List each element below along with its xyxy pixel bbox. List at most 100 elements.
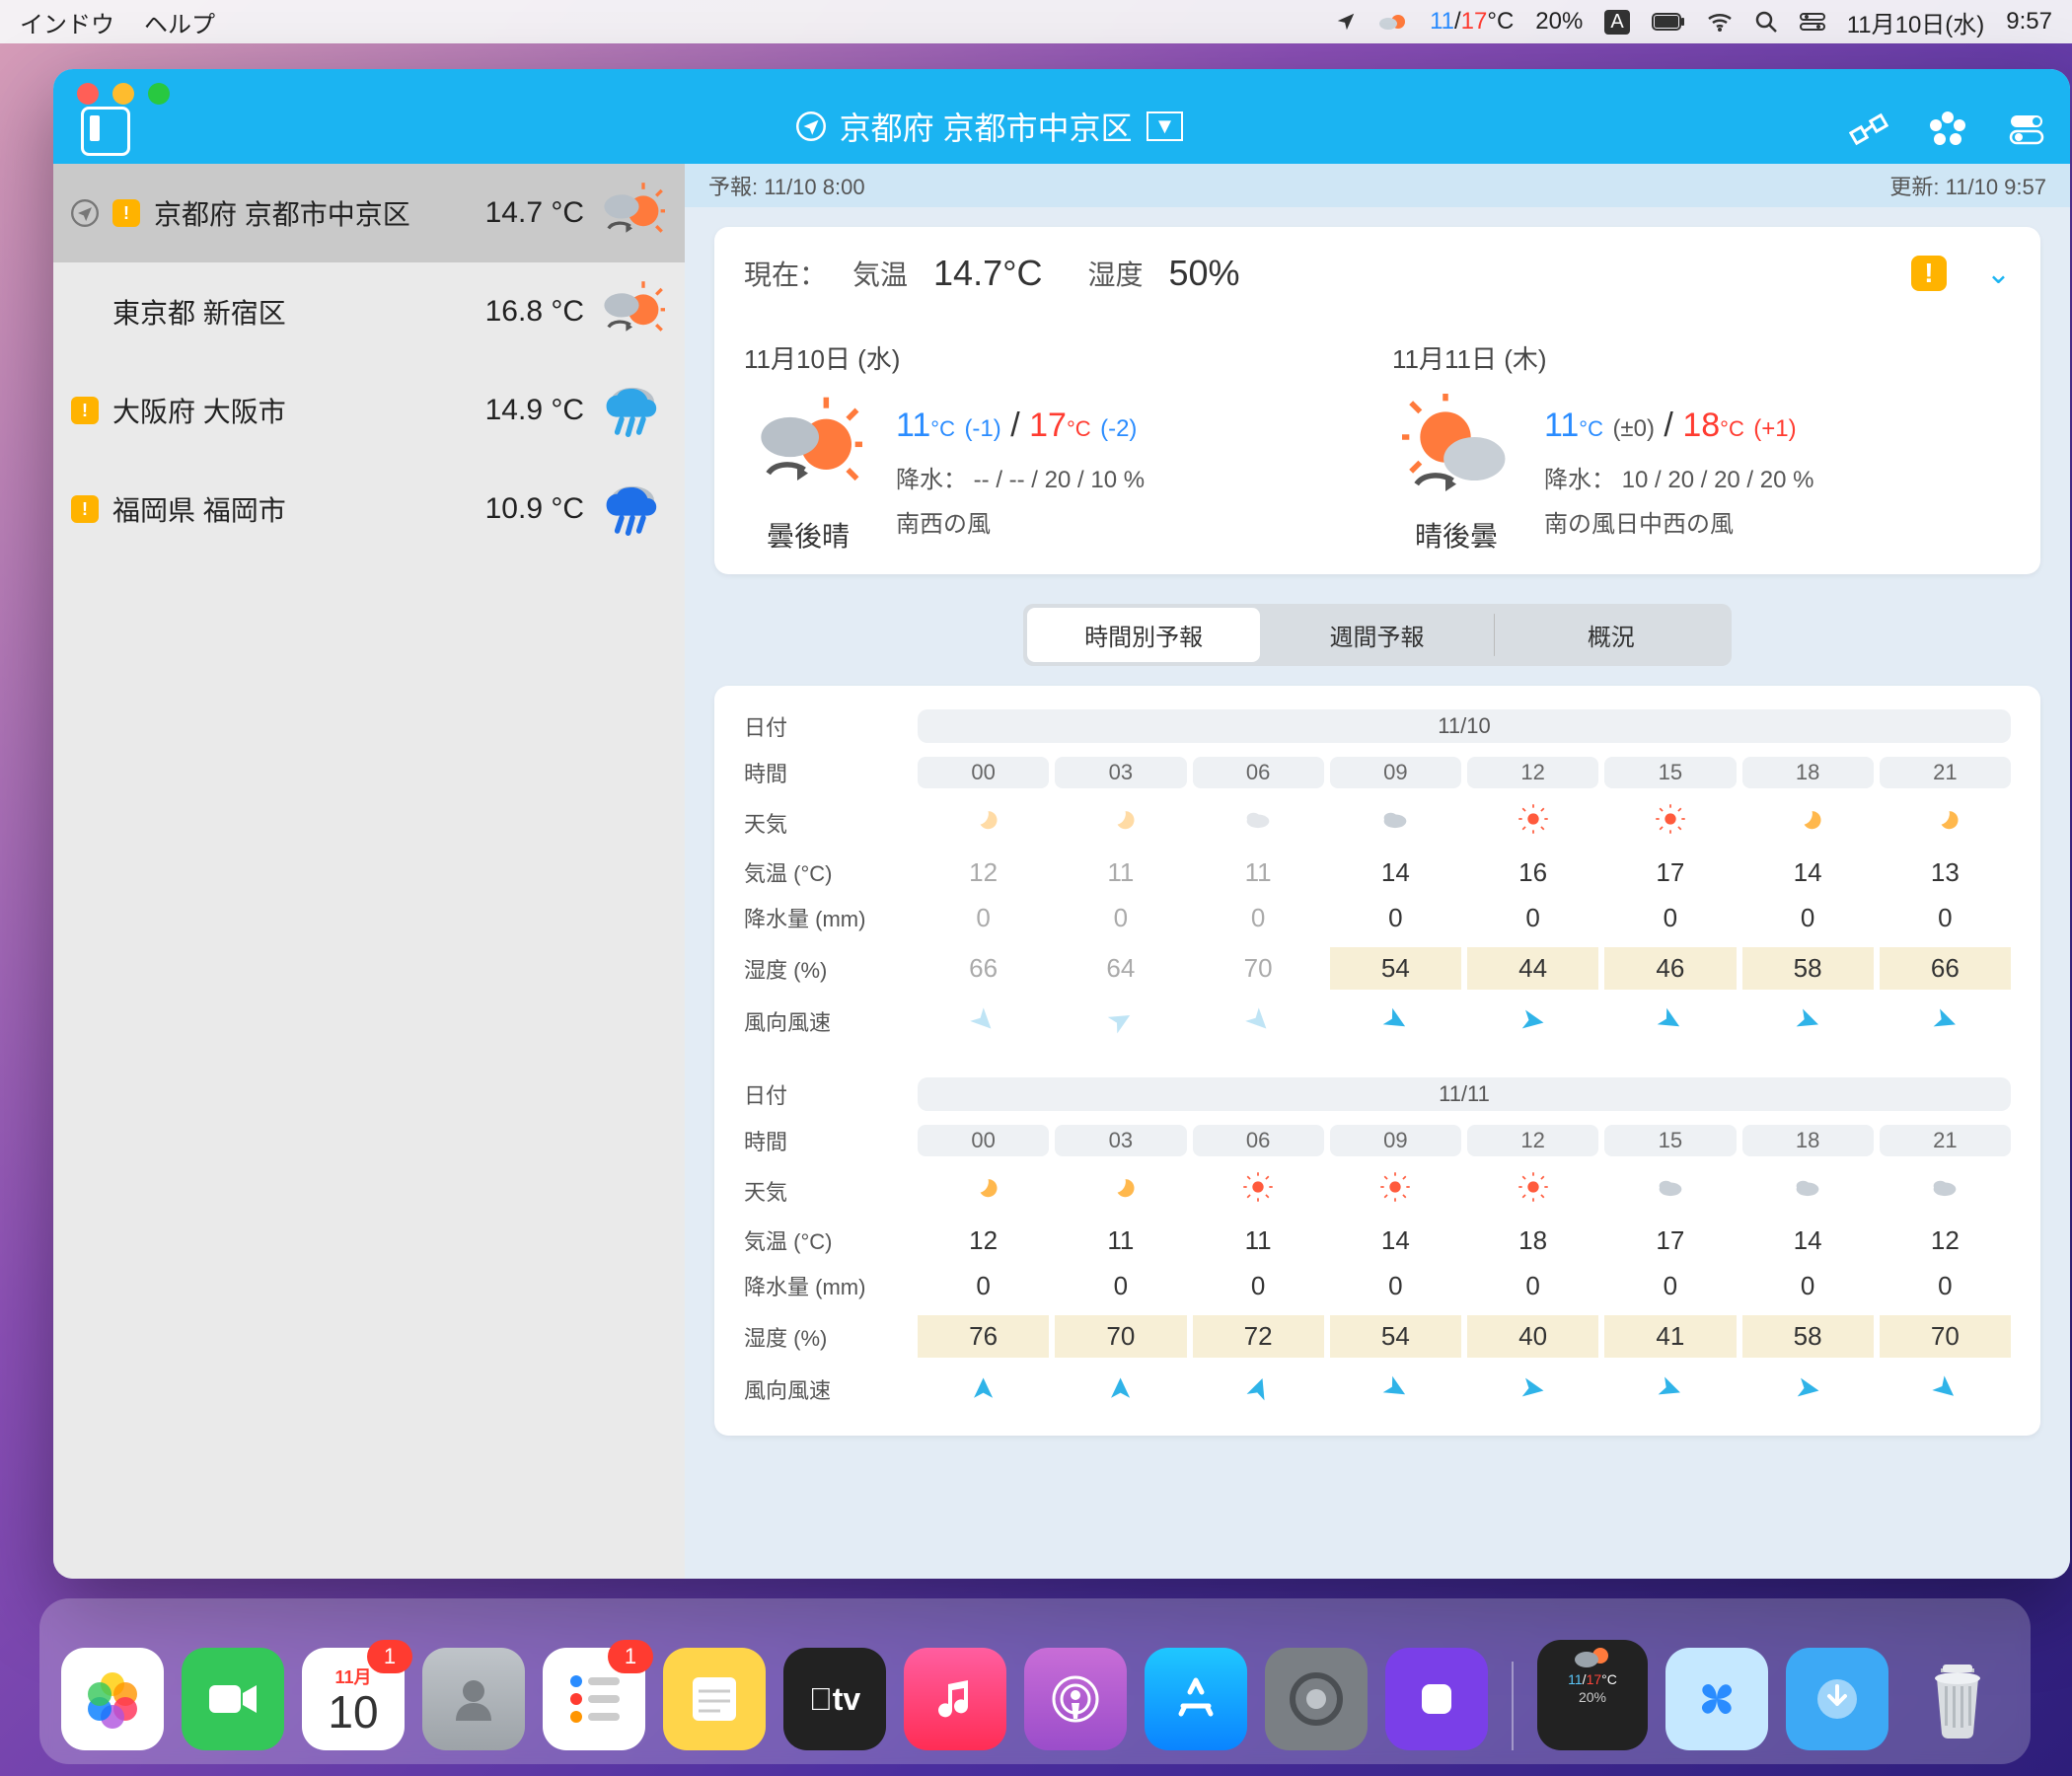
dock-trash[interactable] <box>1906 1648 2009 1750</box>
location-icon[interactable] <box>1335 11 1357 33</box>
forecast-time: 予報: 11/10 8:00 <box>708 170 865 201</box>
hour-precip: 0 <box>1330 1271 1461 1301</box>
hour-chip: 03 <box>1055 757 1186 788</box>
hour-temp: 18 <box>1467 1225 1598 1256</box>
hour-weather-icon <box>1330 1170 1461 1211</box>
hour-chip: 15 <box>1604 1125 1736 1156</box>
hour-humidity: 54 <box>1330 1315 1461 1358</box>
info-bar: 予報: 11/10 8:00 更新: 11/10 9:57 <box>685 164 2070 207</box>
hour-precip: 0 <box>1880 1271 2011 1301</box>
wifi-icon[interactable] <box>1707 12 1733 32</box>
hourly-date: 11/11 <box>918 1077 2011 1111</box>
tab-hourly[interactable]: 時間別予報 <box>1027 608 1260 662</box>
menu-help[interactable]: ヘルプ <box>144 5 215 39</box>
hour-wind-icon: ➤ <box>1742 1003 1874 1038</box>
current-label-temp: 気温 <box>852 254 908 293</box>
dock-calendar[interactable]: 11月101 <box>302 1648 405 1750</box>
hour-temp: 13 <box>1880 857 2011 888</box>
menu-window[interactable]: インドウ <box>20 5 114 39</box>
dock-weather-widget[interactable]: 11/17°C 20% <box>1537 1640 1648 1750</box>
sidebar-item-2[interactable]: !大阪府 大阪市14.9 °C <box>53 361 685 460</box>
hour-wind-icon: ➤ <box>918 1371 1049 1406</box>
hour-wind-icon: ➤ <box>1880 1371 2011 1406</box>
minimize-button[interactable] <box>112 83 134 105</box>
hour-wind-icon: ➤ <box>1330 1003 1461 1038</box>
dock-contacts[interactable] <box>422 1648 525 1750</box>
hour-temp: 12 <box>1880 1225 2011 1256</box>
hour-chip: 09 <box>1330 757 1461 788</box>
menubar-date[interactable]: 11月10日(水) <box>1847 5 1985 39</box>
expand-chevron-icon[interactable]: ⌄ <box>1986 257 2011 291</box>
dock-downloads[interactable] <box>1786 1648 1888 1750</box>
main-panel: 予報: 11/10 8:00 更新: 11/10 9:57 現在： 気温 14.… <box>685 164 2070 1579</box>
location-name: 東京都 新宿区 <box>112 292 422 332</box>
weather-menubar-icon[interactable] <box>1378 10 1408 34</box>
zoom-button[interactable] <box>148 83 170 105</box>
flower-icon[interactable] <box>1928 110 1967 154</box>
hour-chip: 18 <box>1742 1125 1874 1156</box>
dock-settings[interactable] <box>1265 1648 1368 1750</box>
close-button[interactable] <box>77 83 99 105</box>
hour-chip: 03 <box>1055 1125 1186 1156</box>
hour-temp: 11 <box>1055 857 1186 888</box>
hour-weather-icon <box>1330 802 1461 843</box>
hour-humidity: 58 <box>1742 1315 1874 1358</box>
warning-badge[interactable]: ! <box>1911 256 1947 291</box>
dock-appstore[interactable] <box>1145 1648 1247 1750</box>
dock-facetime[interactable] <box>182 1648 284 1750</box>
hour-chip: 12 <box>1467 757 1598 788</box>
location-name: 福岡県 福岡市 <box>112 489 422 529</box>
hourly-block-0: 日付11/10時間0003060912151821天気気温 (°C)121111… <box>744 709 2011 1038</box>
menubar-temp[interactable]: 11/17°C <box>1430 8 1514 36</box>
label-time: 時間 <box>744 757 912 788</box>
current-label-hum: 湿度 <box>1088 254 1144 293</box>
dock-reminders[interactable]: 1 <box>543 1648 645 1750</box>
warning-badge-icon: ! <box>112 199 140 227</box>
dock-notes[interactable] <box>663 1648 766 1750</box>
sidebar-item-0[interactable]: !京都府 京都市中京区14.7 °C <box>53 164 685 262</box>
location-dropdown-icon[interactable]: ▼ <box>1147 111 1184 141</box>
hour-temp: 12 <box>918 1225 1049 1256</box>
dock-tv[interactable]: tv <box>783 1648 886 1750</box>
weather-icon <box>598 282 667 341</box>
label-humidity: 湿度 (%) <box>744 953 912 985</box>
menubar-battery-pct[interactable]: 20% <box>1535 8 1583 36</box>
menubar-time[interactable]: 9:57 <box>2006 8 2052 36</box>
hour-weather-icon <box>1742 1170 1874 1211</box>
current-hum: 50% <box>1169 253 1240 294</box>
label-date: 日付 <box>744 710 912 742</box>
hour-temp: 14 <box>1330 857 1461 888</box>
ime-indicator[interactable]: A <box>1604 10 1629 35</box>
hour-weather-icon <box>1467 802 1598 843</box>
sidebar-item-1[interactable]: 東京都 新宿区16.8 °C <box>53 262 685 361</box>
dock-widget[interactable] <box>1385 1648 1488 1750</box>
tab-overview[interactable]: 概況 <box>1495 608 1728 662</box>
dock-music[interactable] <box>904 1648 1006 1750</box>
settings-toggle-icon[interactable] <box>2007 110 2046 154</box>
hour-temp: 17 <box>1604 857 1736 888</box>
tab-weekly[interactable]: 週間予報 <box>1260 608 1493 662</box>
hour-temp: 12 <box>918 857 1049 888</box>
dock-photos[interactable] <box>61 1648 164 1750</box>
sidebar-item-3[interactable]: !福岡県 福岡市10.9 °C <box>53 460 685 558</box>
battery-icon[interactable] <box>1652 13 1685 31</box>
hour-precip: 0 <box>1742 1271 1874 1301</box>
hour-weather-icon <box>1467 1170 1598 1211</box>
control-center-icon[interactable] <box>1800 13 1825 31</box>
hour-humidity: 44 <box>1467 947 1598 990</box>
hour-humidity: 66 <box>918 947 1049 990</box>
dock-podcasts[interactable] <box>1024 1648 1127 1750</box>
hour-weather-icon <box>1880 802 2011 843</box>
dock-fan[interactable] <box>1665 1648 1768 1750</box>
satellite-icon[interactable] <box>1849 110 1888 154</box>
hour-humidity: 70 <box>1880 1315 2011 1358</box>
title-location[interactable]: 京都府 京都市中京区 ▼ <box>130 104 1849 149</box>
spotlight-icon[interactable] <box>1754 10 1778 34</box>
hour-wind-icon: ➤ <box>1604 1371 1736 1406</box>
toggle-sidebar-button[interactable] <box>81 107 130 156</box>
weather-icon <box>598 480 667 539</box>
hour-wind-icon: ➤ <box>1055 1371 1186 1406</box>
hour-precip: 0 <box>918 903 1049 933</box>
hour-wind-icon: ➤ <box>1742 1371 1874 1406</box>
label-temp: 気温 (°C) <box>744 1224 912 1256</box>
